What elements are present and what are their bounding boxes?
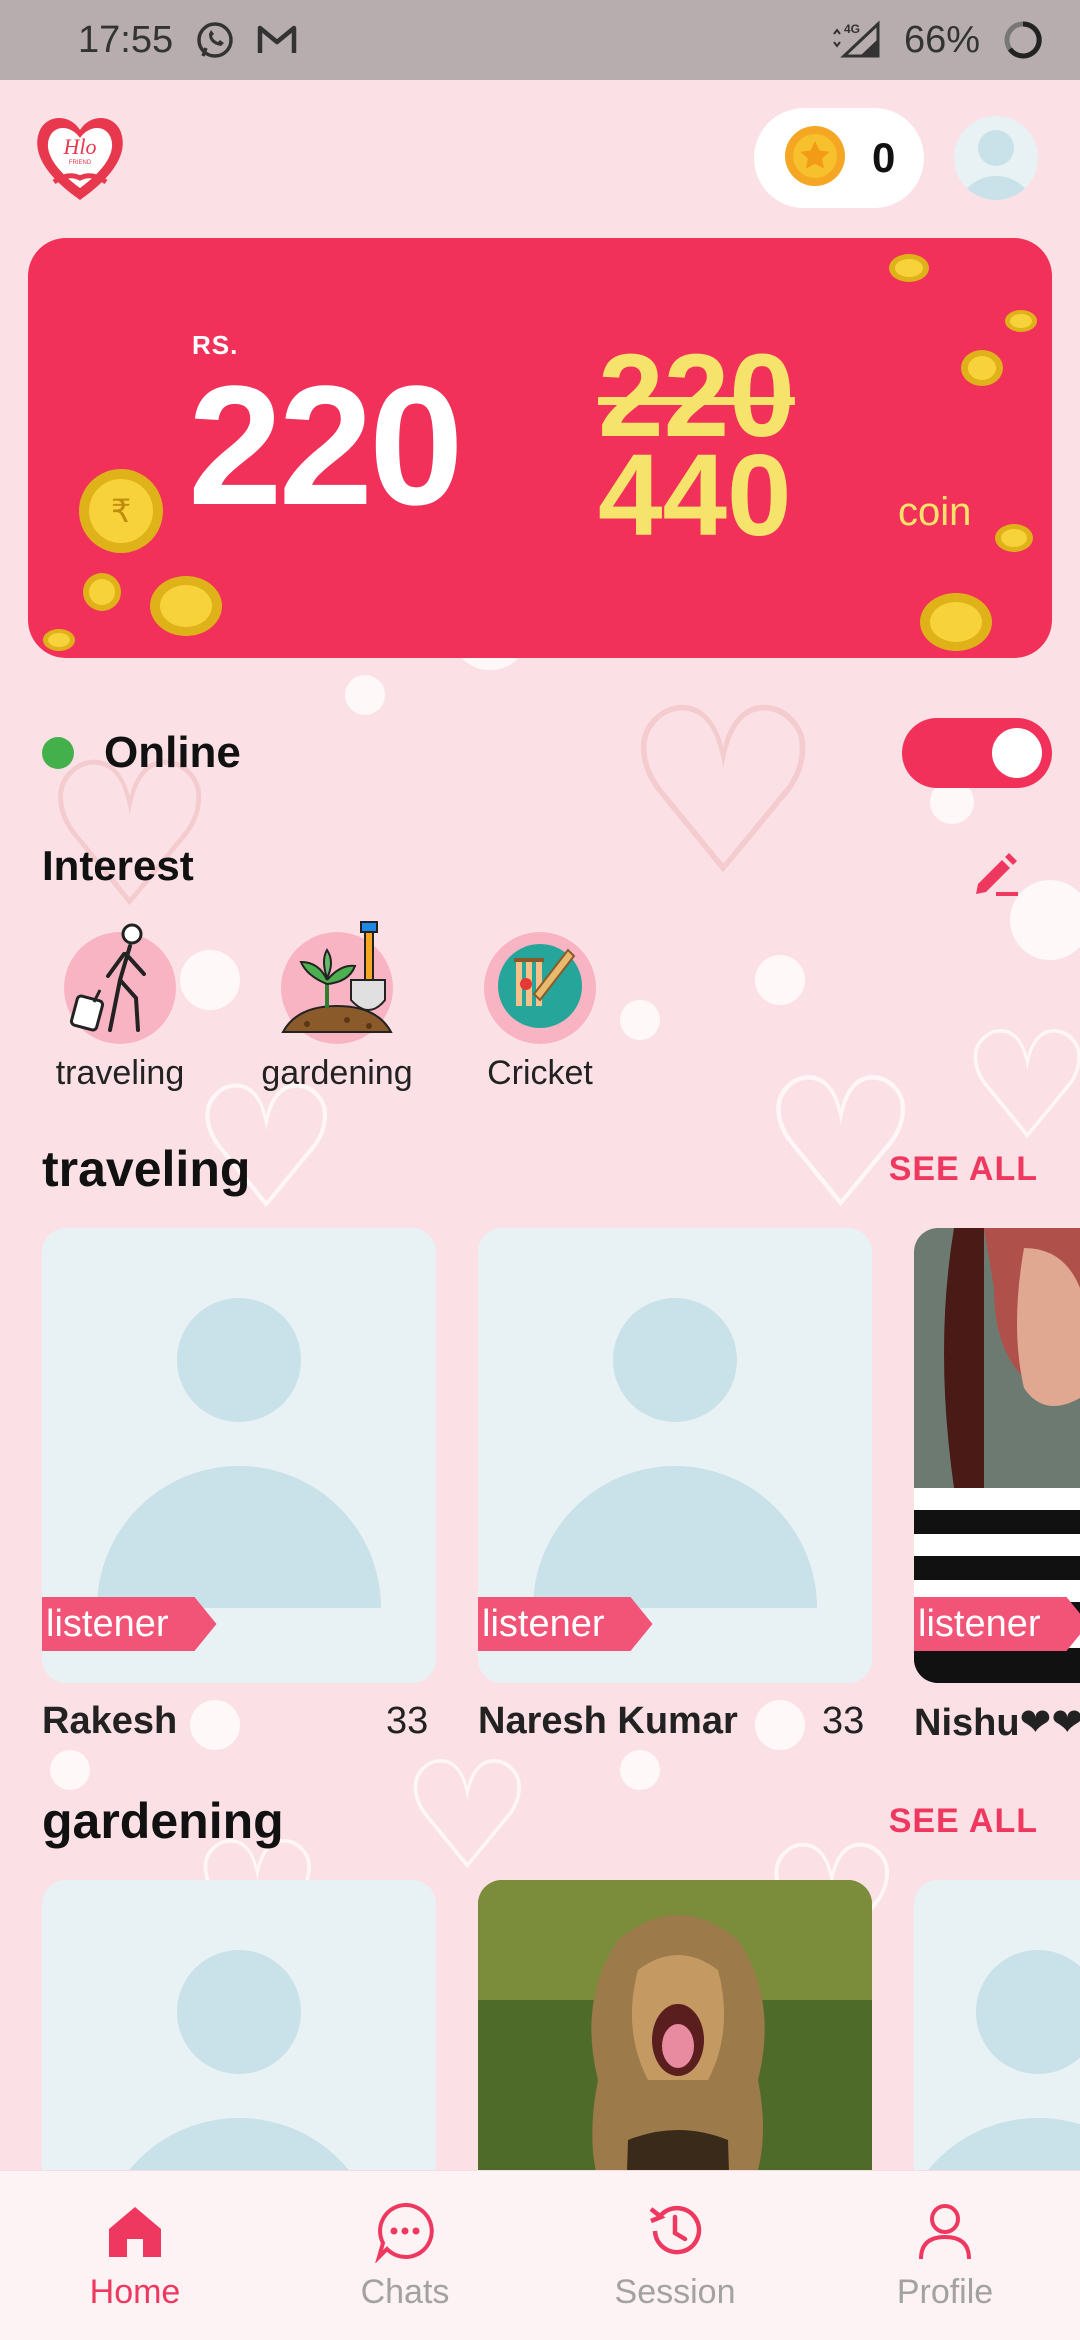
section-title-traveling: traveling <box>42 1141 251 1197</box>
online-toggle[interactable] <box>902 718 1052 788</box>
banner-unit: coin <box>898 490 972 534</box>
placeholder-head <box>177 1950 301 2074</box>
profile-card[interactable]: listener <box>478 1228 872 1683</box>
interest-title: Interest <box>42 842 194 889</box>
placeholder-head <box>976 1950 1080 2074</box>
nav-label: Home <box>89 2273 181 2311</box>
coin-icon <box>920 593 992 651</box>
coin-icon <box>1005 310 1037 332</box>
listener-tag: listener <box>914 1597 1080 1651</box>
coin-icon <box>961 350 1003 386</box>
nav-label: Chats <box>360 2273 450 2311</box>
interest-item-gardening[interactable]: gardening <box>242 920 432 1100</box>
status-time: 17:55 <box>78 18 174 61</box>
section-title-gardening: gardening <box>42 1793 284 1849</box>
gmail-icon <box>257 23 297 57</box>
app-header: Hlo FRIEND 0 <box>0 80 1080 240</box>
card-age: 33 <box>386 1700 429 1742</box>
logo-text: Hlo <box>63 134 97 159</box>
network-type: 4G <box>844 22 860 36</box>
interest-label: traveling <box>55 1054 185 1092</box>
see-all-traveling-button[interactable]: SEE ALL <box>889 1150 1038 1189</box>
card-name: Nishu❤❤ <box>914 1702 1080 1744</box>
bottom-navigation: Home Chats Session Profile <box>0 2170 1080 2340</box>
nav-profile[interactable]: Profile <box>810 2171 1080 2340</box>
coin-icon <box>784 125 846 192</box>
interest-item-cricket[interactable]: Cricket <box>445 920 635 1100</box>
app-logo[interactable]: Hlo FRIEND <box>30 108 130 208</box>
coin-icon <box>150 576 222 636</box>
profile-card-photo[interactable]: listener <box>914 1228 1080 1683</box>
offer-banner[interactable]: RS. 220 220 440 coin ₹ <box>28 238 1052 658</box>
card-name: Rakesh <box>42 1700 178 1742</box>
user-avatar[interactable] <box>954 116 1038 200</box>
coin-balance[interactable]: 0 <box>754 108 924 208</box>
svg-text:₹: ₹ <box>111 492 131 530</box>
listener-tag: listener <box>42 1597 217 1651</box>
nav-chats[interactable]: Chats <box>270 2171 540 2340</box>
nav-home[interactable]: Home <box>0 2171 270 2340</box>
interest-label: Cricket <box>487 1054 593 1092</box>
status-bar: 17:55 4G 66% <box>0 0 1080 80</box>
interest-label: gardening <box>261 1054 413 1092</box>
coin-icon <box>83 573 121 611</box>
online-label: Online <box>104 728 241 777</box>
coin-icon <box>995 524 1033 552</box>
see-all-gardening-button[interactable]: SEE ALL <box>889 1802 1038 1841</box>
coin-count: 0 <box>872 134 896 181</box>
banner-new-coins: 440 <box>598 430 792 560</box>
logo-subtext: FRIEND <box>69 160 92 166</box>
interest-item-traveling[interactable]: traveling <box>25 920 215 1100</box>
person-icon <box>919 2204 971 2260</box>
online-indicator <box>42 737 74 769</box>
banner-price: 220 <box>188 351 464 541</box>
nav-session[interactable]: Session <box>540 2171 810 2340</box>
plant-shovel-icon <box>281 921 393 1033</box>
coin-icon <box>43 629 75 651</box>
signal-icon: 4G <box>830 20 882 60</box>
online-status-row: Online <box>42 718 1052 788</box>
cricket-icon <box>490 936 590 1036</box>
card-age: 33 <box>822 1700 865 1742</box>
nav-label: Profile <box>896 2273 994 2311</box>
history-icon <box>649 2205 702 2255</box>
chat-icon <box>375 2202 434 2263</box>
nav-label: Session <box>614 2273 736 2311</box>
toggle-knob <box>992 728 1042 778</box>
traveler-icon <box>69 923 146 1032</box>
listener-tag: listener <box>478 1597 653 1651</box>
placeholder-head <box>177 1298 301 1422</box>
edit-interest-button[interactable] <box>966 842 1026 902</box>
placeholder-head <box>613 1298 737 1422</box>
pencil-icon <box>976 853 1018 896</box>
card-name: Naresh Kumar <box>478 1700 738 1742</box>
battery-percent: 66% <box>903 18 980 61</box>
whatsapp-icon <box>195 20 235 60</box>
battery-ring-icon <box>1002 19 1044 61</box>
profile-card[interactable]: listener <box>42 1228 436 1683</box>
coin-icon <box>889 254 929 282</box>
coin-icon: ₹ <box>79 469 163 553</box>
home-icon <box>109 2207 161 2257</box>
